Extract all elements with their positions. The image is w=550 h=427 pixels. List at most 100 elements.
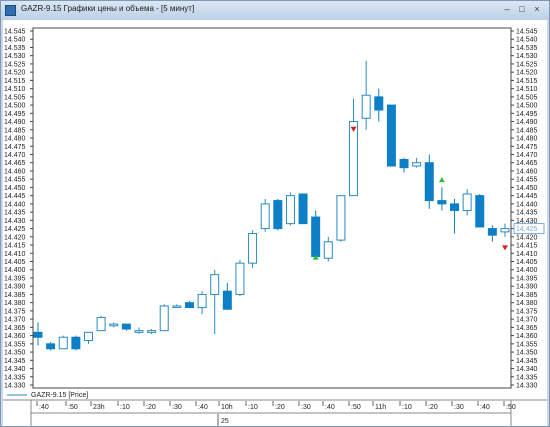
y-tick-label-left: 14.520	[4, 70, 26, 77]
y-tick-label-left: 14.380	[4, 300, 26, 307]
candle-body	[46, 343, 56, 350]
candle-body	[412, 162, 422, 167]
x-tick-label: 11h	[375, 404, 386, 411]
y-tick-label-right: 14.485	[516, 127, 538, 134]
y-tick-label-left: 14.480	[4, 136, 26, 143]
candle-body	[248, 233, 258, 264]
y-tick-label-right: 14.360	[516, 333, 538, 340]
y-tick-label-right: 14.510	[516, 86, 538, 93]
window-title: GAZR-9.15 Графики цены и объема - [5 мин…	[21, 4, 195, 13]
y-tick-label-right: 14.410	[516, 251, 538, 258]
y-tick-label-right: 14.540	[516, 37, 538, 44]
y-tick-label-left: 14.535	[4, 45, 26, 52]
y-tick-label-right: 14.545	[516, 29, 538, 36]
candle-body	[298, 193, 308, 225]
y-tick-label-right: 14.475	[516, 144, 538, 151]
candle-body	[323, 241, 333, 259]
y-tick-label-right: 14.350	[516, 350, 538, 357]
y-tick-label-right: 14.420	[516, 234, 538, 241]
y-tick-label-left: 14.425	[4, 226, 26, 233]
y-tick-label-right: 14.505	[516, 94, 538, 101]
x-tick-label: :30	[172, 404, 182, 411]
x-tick-label: :10	[402, 404, 412, 411]
y-tick-label-left: 14.545	[4, 29, 26, 36]
y-tick-label-left: 14.510	[4, 86, 26, 93]
y-tick-label-right: 14.525	[516, 61, 538, 68]
y-tick-label-left: 14.330	[4, 383, 26, 390]
y-tick-label-right: 14.415	[516, 243, 538, 250]
date-label: 25	[221, 418, 229, 425]
x-tick-label: :40	[39, 404, 49, 411]
y-tick-label-left: 14.435	[4, 210, 26, 217]
x-tick-label: 10h	[221, 404, 233, 411]
maximize-button[interactable]: □	[516, 3, 528, 16]
x-tick-label: :30	[301, 404, 311, 411]
y-tick-label-right: 14.365	[516, 325, 538, 332]
y-tick-label-left: 14.385	[4, 292, 26, 299]
candle-body	[159, 305, 169, 332]
legend-label: GAZR-9.15 [Price]	[31, 392, 88, 399]
x-tick-label: :40	[325, 404, 335, 411]
candle-body	[386, 104, 396, 167]
y-tick-label-right: 14.445	[516, 193, 538, 200]
x-tick-label: :20	[146, 404, 156, 411]
x-tick-label: :50	[68, 404, 78, 411]
y-tick-label-right: 14.370	[516, 317, 538, 324]
candle-body	[361, 94, 371, 119]
candle-body	[210, 274, 220, 295]
y-tick-label-left: 14.340	[4, 366, 26, 373]
y-tick-label-right: 14.520	[516, 70, 538, 77]
y-tick-label-left: 14.360	[4, 333, 26, 340]
candle-body	[109, 323, 119, 327]
x-tick-label: :40	[198, 404, 208, 411]
candle-body	[487, 228, 497, 236]
y-tick-label-right: 14.335	[516, 374, 538, 381]
candle-body	[96, 316, 106, 332]
y-tick-label-left: 14.475	[4, 144, 26, 151]
candle-body	[83, 331, 93, 342]
chart-area[interactable]: 14.330 14.330 14.335 14.335 14.340 14.340 14.3…	[3, 20, 547, 426]
y-tick-label-right: 14.340	[516, 366, 538, 373]
y-tick-label-left: 14.515	[4, 78, 26, 85]
x-tick-label: :20	[428, 404, 438, 411]
plot-frame	[32, 27, 512, 389]
y-tick-label-right: 14.495	[516, 111, 538, 118]
candle-body	[172, 305, 182, 308]
x-tick-label: :10	[120, 404, 130, 411]
candle-body	[450, 203, 460, 211]
y-tick-label-right: 14.440	[516, 201, 538, 208]
y-tick-label-right: 14.480	[516, 136, 538, 143]
x-tick-label: :10	[248, 404, 258, 411]
candle-body	[462, 193, 472, 211]
app-icon	[5, 5, 16, 16]
candle-body	[71, 336, 81, 350]
y-tick-label-right: 14.515	[516, 78, 538, 85]
y-tick-label-right: 14.380	[516, 300, 538, 307]
y-tick-label-right: 14.375	[516, 308, 538, 315]
y-tick-label-left: 14.505	[4, 94, 26, 101]
candle-body	[235, 262, 245, 295]
candle-body	[374, 96, 384, 111]
candle-body	[147, 330, 157, 333]
y-tick-label-right: 14.490	[516, 119, 538, 126]
y-tick-label-right: 14.465	[516, 160, 538, 167]
title-bar[interactable]: GAZR-9.15 Графики цены и объема - [5 мин…	[1, 1, 549, 20]
y-tick-label-left: 14.500	[4, 103, 26, 110]
y-tick-label-right: 14.400	[516, 267, 538, 274]
x-tick-label: :20	[275, 404, 285, 411]
y-tick-label-left: 14.395	[4, 275, 26, 282]
y-tick-label-left: 14.465	[4, 160, 26, 167]
y-tick-label-right: 14.385	[516, 292, 538, 299]
y-tick-label-left: 14.365	[4, 325, 26, 332]
candlestick-chart[interactable]: 14.330 14.33014.335 14.33514.340 14.34014.3…	[3, 20, 547, 426]
candle-body	[58, 336, 68, 350]
candle-body	[437, 200, 447, 205]
y-tick-label-left: 14.335	[4, 374, 26, 381]
y-tick-label-left: 14.445	[4, 193, 26, 200]
y-tick-label-left: 14.530	[4, 53, 26, 60]
candle-body	[184, 302, 194, 309]
candle-body	[197, 293, 207, 309]
close-button[interactable]: ×	[531, 3, 543, 16]
y-tick-label-right: 14.535	[516, 45, 538, 52]
minimize-button[interactable]: –	[501, 3, 513, 16]
